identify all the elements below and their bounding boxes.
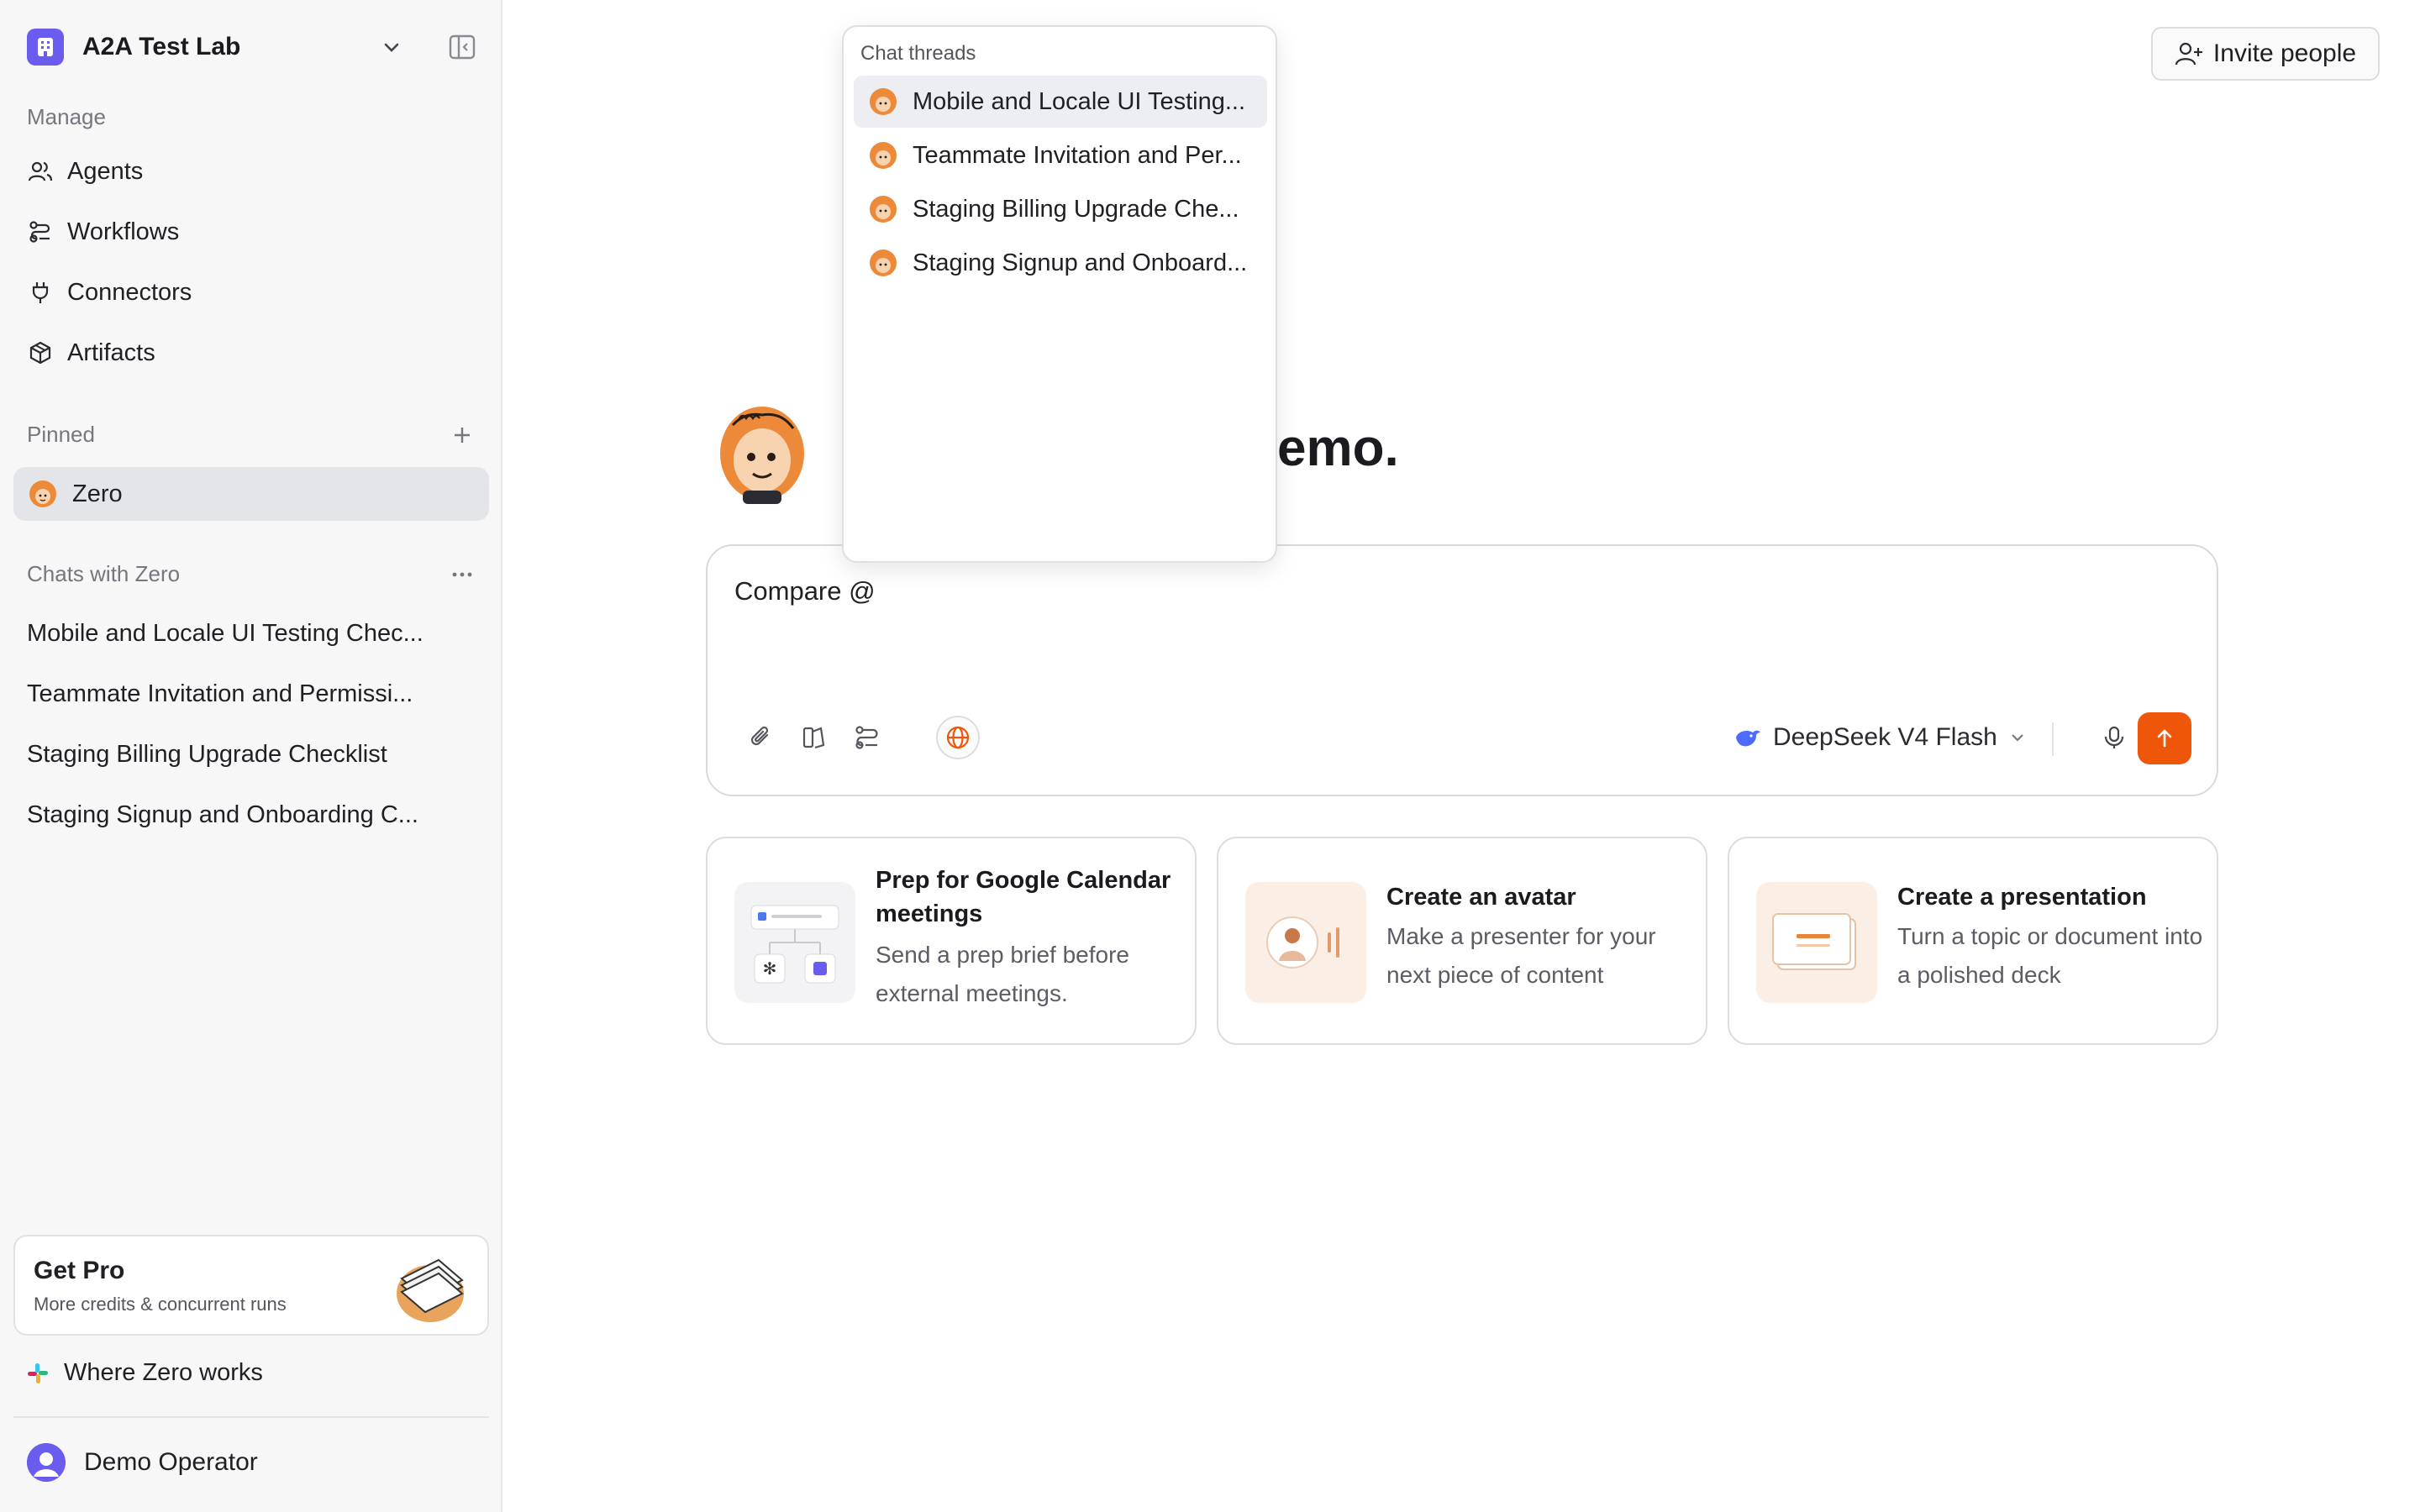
building-icon [27,29,64,66]
chat-item[interactable]: Staging Signup and Onboarding C... [27,801,430,829]
nav-label: Connectors [67,278,192,306]
chat-threads-dropdown: Chat threads Mobile and Locale UI Testin… [842,25,1277,563]
manage-label: Manage [27,104,106,129]
composer-input[interactable]: Compare @ [734,576,876,606]
workflow-icon [855,726,878,749]
deepseek-whale-icon [1736,730,1760,747]
zero-avatar [870,88,897,115]
thread-option[interactable]: Teammate Invitation and Per... [854,129,1267,181]
chats-label: Chats with Zero [27,561,181,586]
slack-icon [28,1362,48,1383]
pinned-label-zero: Zero [72,480,123,507]
chat-item[interactable]: Teammate Invitation and Permissi... [27,680,430,708]
attach-button[interactable] [739,716,783,759]
chat-item[interactable]: Mobile and Locale UI Testing Chec... [27,620,430,648]
thread-option-label: Teammate Invitation and Per... [913,141,1242,169]
nav-agents[interactable]: Agents [27,148,476,195]
more-horizontal-icon[interactable] [447,559,477,590]
get-pro-subtitle: More credits & concurrent runs [34,1294,287,1315]
presentation-illustration [1756,882,1877,1003]
user-menu[interactable]: Demo Operator [27,1443,258,1482]
workspace-name: A2A Test Lab [82,33,241,60]
paperclip-icon [750,726,769,746]
nav-label: Workflows [67,218,180,245]
thread-option[interactable]: Mobile and Locale UI Testing... [854,76,1267,128]
invite-people-button[interactable]: Invite people [2151,27,2380,81]
card-title: Prep for Google Calendar meetings [876,867,1171,927]
user-plus-icon [2175,42,2202,66]
arrow-up-icon [2157,729,2172,748]
where-zero-works-link[interactable]: Where Zero works [25,1359,263,1387]
model-name: DeepSeek V4 Flash [1773,723,1997,751]
chevron-down-icon [2012,734,2023,742]
card-description: Make a presenter for your next piece of … [1386,923,1656,988]
workspace-switcher[interactable]: A2A Test Lab [27,27,476,67]
sidebar-collapse-icon[interactable] [447,32,477,62]
workflow-icon [27,218,54,245]
users-icon [27,158,54,185]
pinned-agent-zero[interactable]: Zero [13,467,489,521]
dropdown-label: Chat threads [860,42,976,65]
user-name: Demo Operator [84,1448,258,1476]
avatar-illustration [1245,882,1366,1003]
zero-avatar [29,480,56,507]
web-search-toggle[interactable] [936,716,980,759]
where-zero-works-label: Where Zero works [64,1359,263,1386]
sidebar-divider [13,1416,489,1418]
zero-avatar [870,249,897,276]
voice-input-button[interactable] [2096,719,2133,756]
greeting-title: emo. [1277,419,1399,477]
thread-option-label: Staging Billing Upgrade Che... [913,195,1239,223]
get-pro-title: Get Pro [34,1257,125,1284]
globe-icon [946,726,970,749]
microphone-icon [2104,726,2124,748]
nav-artifacts[interactable]: Artifacts [27,329,476,376]
nav-label: Artifacts [67,339,155,366]
card-description: Turn a topic or document into a polished… [1897,923,2203,988]
card-description: Send a prep brief before external meetin… [876,942,1129,1006]
workflow-button[interactable] [845,716,889,759]
sidebar: A2A Test Lab Manage Agents Workflows Con… [0,0,502,1512]
suggestion-card-calendar[interactable]: ✻ Prep for Google Calendar meetings Send… [706,837,1197,1045]
thread-option[interactable]: Staging Signup and Onboard... [854,237,1267,289]
chat-composer[interactable]: Compare @ DeepSeek V4 Flash [706,544,2218,796]
library-button[interactable] [792,716,835,759]
get-pro-card[interactable]: Get Pro More credits & concurrent runs [13,1235,489,1336]
box-icon [27,339,54,366]
chat-item[interactable]: Staging Billing Upgrade Checklist [27,741,430,769]
zero-avatar [870,196,897,223]
nav-workflows[interactable]: Workflows [27,208,476,255]
plus-icon[interactable] [447,420,477,450]
thread-option[interactable]: Staging Billing Upgrade Che... [854,183,1267,235]
sandwich-illustration [397,1258,464,1322]
pinned-label: Pinned [27,422,95,447]
suggestion-card-presentation[interactable]: Create a presentation Turn a topic or do… [1728,837,2218,1045]
suggestion-card-avatar[interactable]: Create an avatar Make a presenter for yo… [1217,837,1707,1045]
toolbar-divider [2052,722,2054,756]
book-icon [802,727,825,749]
plug-icon [27,279,54,306]
zero-mascot-avatar [720,407,804,504]
svg-text:✻: ✻ [763,960,777,979]
nav-connectors[interactable]: Connectors [27,269,476,316]
thread-option-label: Mobile and Locale UI Testing... [913,87,1246,115]
chevron-down-icon[interactable] [380,35,403,59]
user-avatar [27,1443,66,1482]
calendar-flow-illustration: ✻ [734,882,855,1003]
thread-option-label: Staging Signup and Onboard... [913,249,1248,276]
card-title: Create an avatar [1386,884,1576,911]
send-button[interactable] [2138,712,2191,764]
model-selector[interactable]: DeepSeek V4 Flash [1733,719,2028,756]
invite-label: Invite people [2212,39,2357,67]
card-title: Create a presentation [1897,884,2147,911]
zero-avatar [870,142,897,169]
nav-label: Agents [67,157,144,185]
